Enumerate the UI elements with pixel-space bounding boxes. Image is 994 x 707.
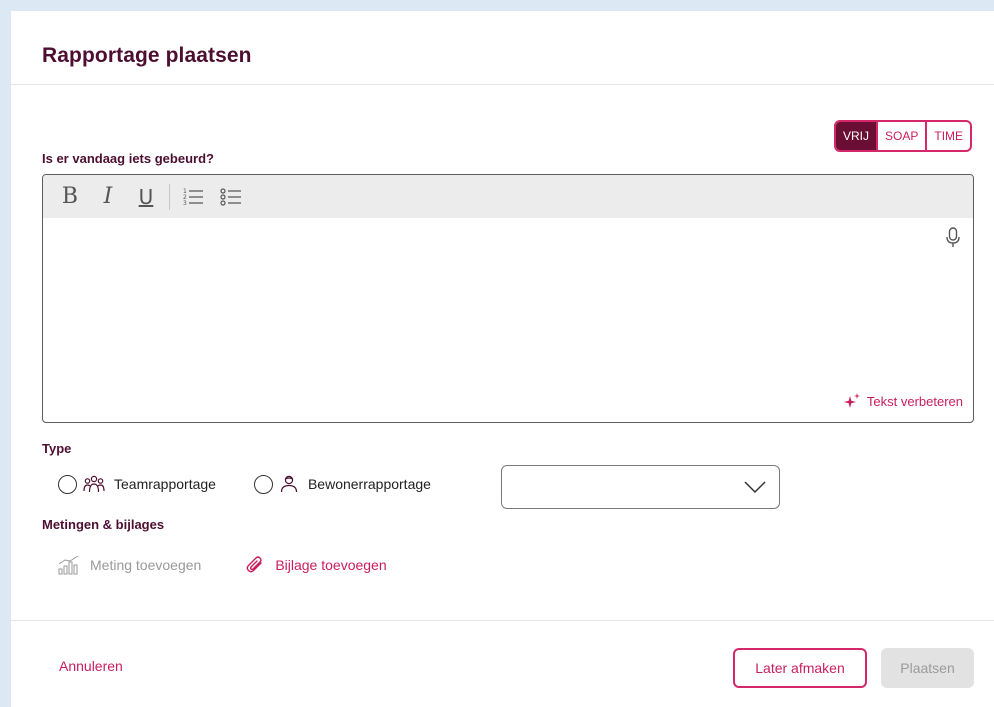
resident-select[interactable] bbox=[501, 465, 780, 509]
underline-button[interactable]: U bbox=[131, 182, 161, 212]
place-report-button[interactable]: Plaatsen bbox=[881, 648, 974, 688]
header-divider bbox=[11, 84, 994, 85]
radio-bewonerrapportage[interactable]: Bewonerrapportage bbox=[253, 474, 431, 494]
add-measurement-button[interactable]: Meting toevoegen bbox=[58, 555, 201, 575]
editor-question-label: Is er vandaag iets gebeurd? bbox=[42, 151, 214, 166]
add-attachment-label: Bijlage toevoegen bbox=[275, 557, 387, 573]
attachments-row: Meting toevoegen Bijlage toevoegen bbox=[58, 555, 431, 575]
toolbar-separator bbox=[169, 183, 170, 210]
ordered-list-button[interactable]: 1 2 3 bbox=[178, 182, 208, 212]
measurement-chart-icon bbox=[58, 555, 79, 575]
microphone-icon[interactable] bbox=[945, 227, 961, 249]
chevron-down-icon bbox=[744, 481, 766, 494]
svg-text:3: 3 bbox=[183, 200, 187, 207]
type-radio-group: Teamrapportage Bewonerrapportage bbox=[58, 474, 469, 494]
sparkle-icon bbox=[843, 393, 860, 408]
italic-button[interactable]: I bbox=[93, 182, 123, 212]
mode-soap-button[interactable]: SOAP bbox=[876, 122, 925, 150]
mode-time-button[interactable]: TIME bbox=[925, 122, 970, 150]
radio-circle[interactable] bbox=[253, 474, 273, 494]
resident-icon bbox=[280, 475, 298, 493]
radio-circle[interactable] bbox=[58, 474, 77, 494]
improve-text-label: Tekst verbeteren bbox=[866, 393, 963, 409]
bullet-list-button[interactable] bbox=[216, 182, 246, 212]
report-dialog: Rapportage plaatsen VRIJ SOAP TIME Is er… bbox=[11, 11, 994, 707]
bewonerrapportage-label: Bewonerrapportage bbox=[307, 476, 431, 492]
improve-text-button[interactable]: Tekst verbeteren bbox=[843, 393, 963, 409]
add-attachment-button[interactable]: Bijlage toevoegen bbox=[245, 555, 387, 575]
teamrapportage-label: Teamrapportage bbox=[114, 476, 216, 492]
bold-button[interactable]: B bbox=[55, 182, 85, 212]
dialog-title: Rapportage plaatsen bbox=[42, 44, 252, 67]
editor-toolbar: B I U 1 2 3 bbox=[43, 175, 973, 218]
bullet-list-icon bbox=[220, 187, 241, 206]
footer-divider bbox=[11, 620, 994, 621]
radio-teamrapportage[interactable]: Teamrapportage bbox=[58, 474, 216, 494]
mode-vrij-button[interactable]: VRIJ bbox=[836, 122, 877, 150]
report-editor: B I U 1 2 3 Tekst verbeteren bbox=[42, 174, 974, 423]
ordered-list-icon: 1 2 3 bbox=[183, 188, 203, 207]
editor-text-area[interactable] bbox=[43, 218, 973, 422]
paperclip-icon bbox=[246, 556, 263, 573]
attachments-label: Metingen & bijlages bbox=[42, 517, 165, 532]
type-label: Type bbox=[42, 441, 72, 456]
team-icon bbox=[83, 475, 105, 493]
mode-toggle: VRIJ SOAP TIME bbox=[834, 120, 973, 152]
add-measurement-label: Meting toevoegen bbox=[90, 557, 202, 573]
finish-later-button[interactable]: Later afmaken bbox=[733, 648, 867, 688]
cancel-button[interactable]: Annuleren bbox=[59, 658, 123, 674]
